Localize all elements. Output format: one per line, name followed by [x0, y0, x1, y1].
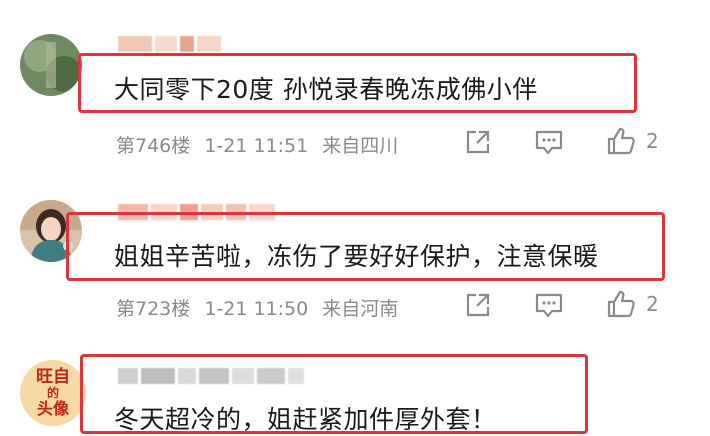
comment-item-3: 旺自 的 头像 冬天超冷的，姐赶紧加件厚外套！: [0, 0, 710, 434]
comment-text: 冬天超冷的，姐赶紧加件厚外套！: [114, 405, 497, 434]
user-avatar[interactable]: 旺自 的 头像: [20, 360, 86, 426]
